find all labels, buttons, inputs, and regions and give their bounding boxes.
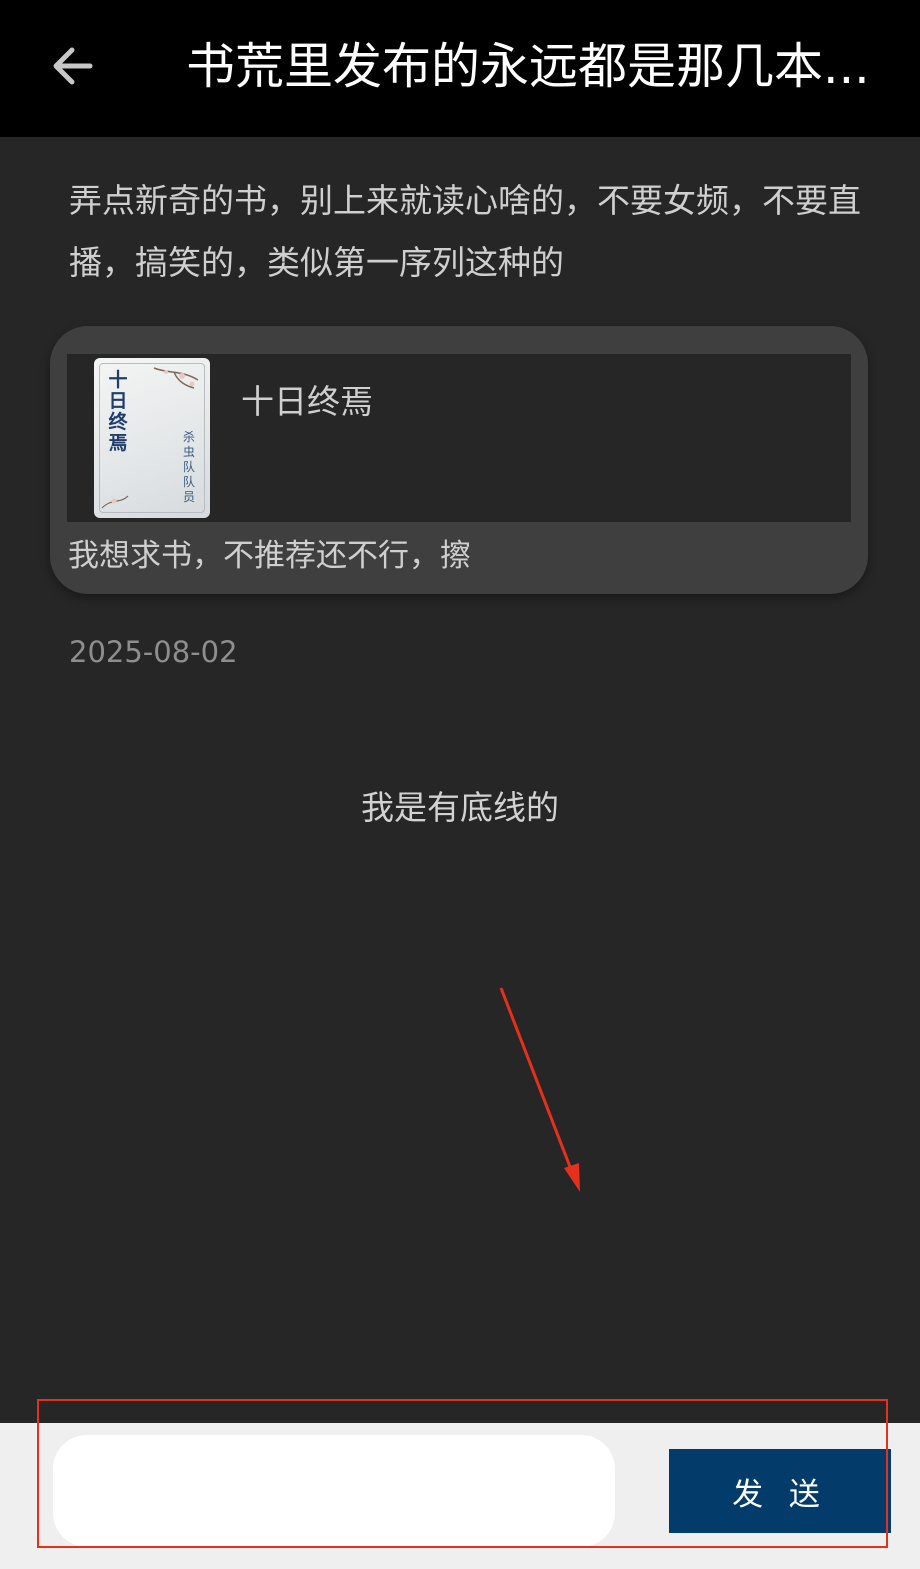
cover-title-text: 十日终焉 xyxy=(108,369,128,454)
page-title: 书荒里发布的永远都是那几本... xyxy=(186,38,870,95)
book-info[interactable]: 十日终焉 杀虫队队员 十日终焉 xyxy=(67,354,851,522)
post-date: 2025-08-02 xyxy=(69,635,238,669)
post-body-text: 弄点新奇的书，别上来就读心啥的，不要女频，不要直播，搞笑的，类似第一序列这种的 xyxy=(69,181,861,282)
reply-input[interactable] xyxy=(53,1435,615,1547)
send-button[interactable]: 发 送 xyxy=(669,1449,891,1533)
book-cover-image: 十日终焉 杀虫队队员 xyxy=(94,358,210,518)
back-button[interactable] xyxy=(44,38,100,94)
book-comment: 我想求书，不推荐还不行，擦 xyxy=(68,538,471,574)
top-bar: 书荒里发布的永远都是那几本... xyxy=(0,0,920,137)
reply-composer: 发 送 xyxy=(0,1423,920,1569)
book-recommendation-card[interactable]: 十日终焉 杀虫队队员 十日终焉 我想求书，不推荐还不行，擦 xyxy=(50,326,868,594)
arrow-left-icon xyxy=(53,47,93,85)
cover-author-text: 杀虫队队员 xyxy=(182,430,195,504)
book-title[interactable]: 十日终焉 xyxy=(241,378,373,426)
reply-text: 我是有底线的 xyxy=(361,788,559,827)
